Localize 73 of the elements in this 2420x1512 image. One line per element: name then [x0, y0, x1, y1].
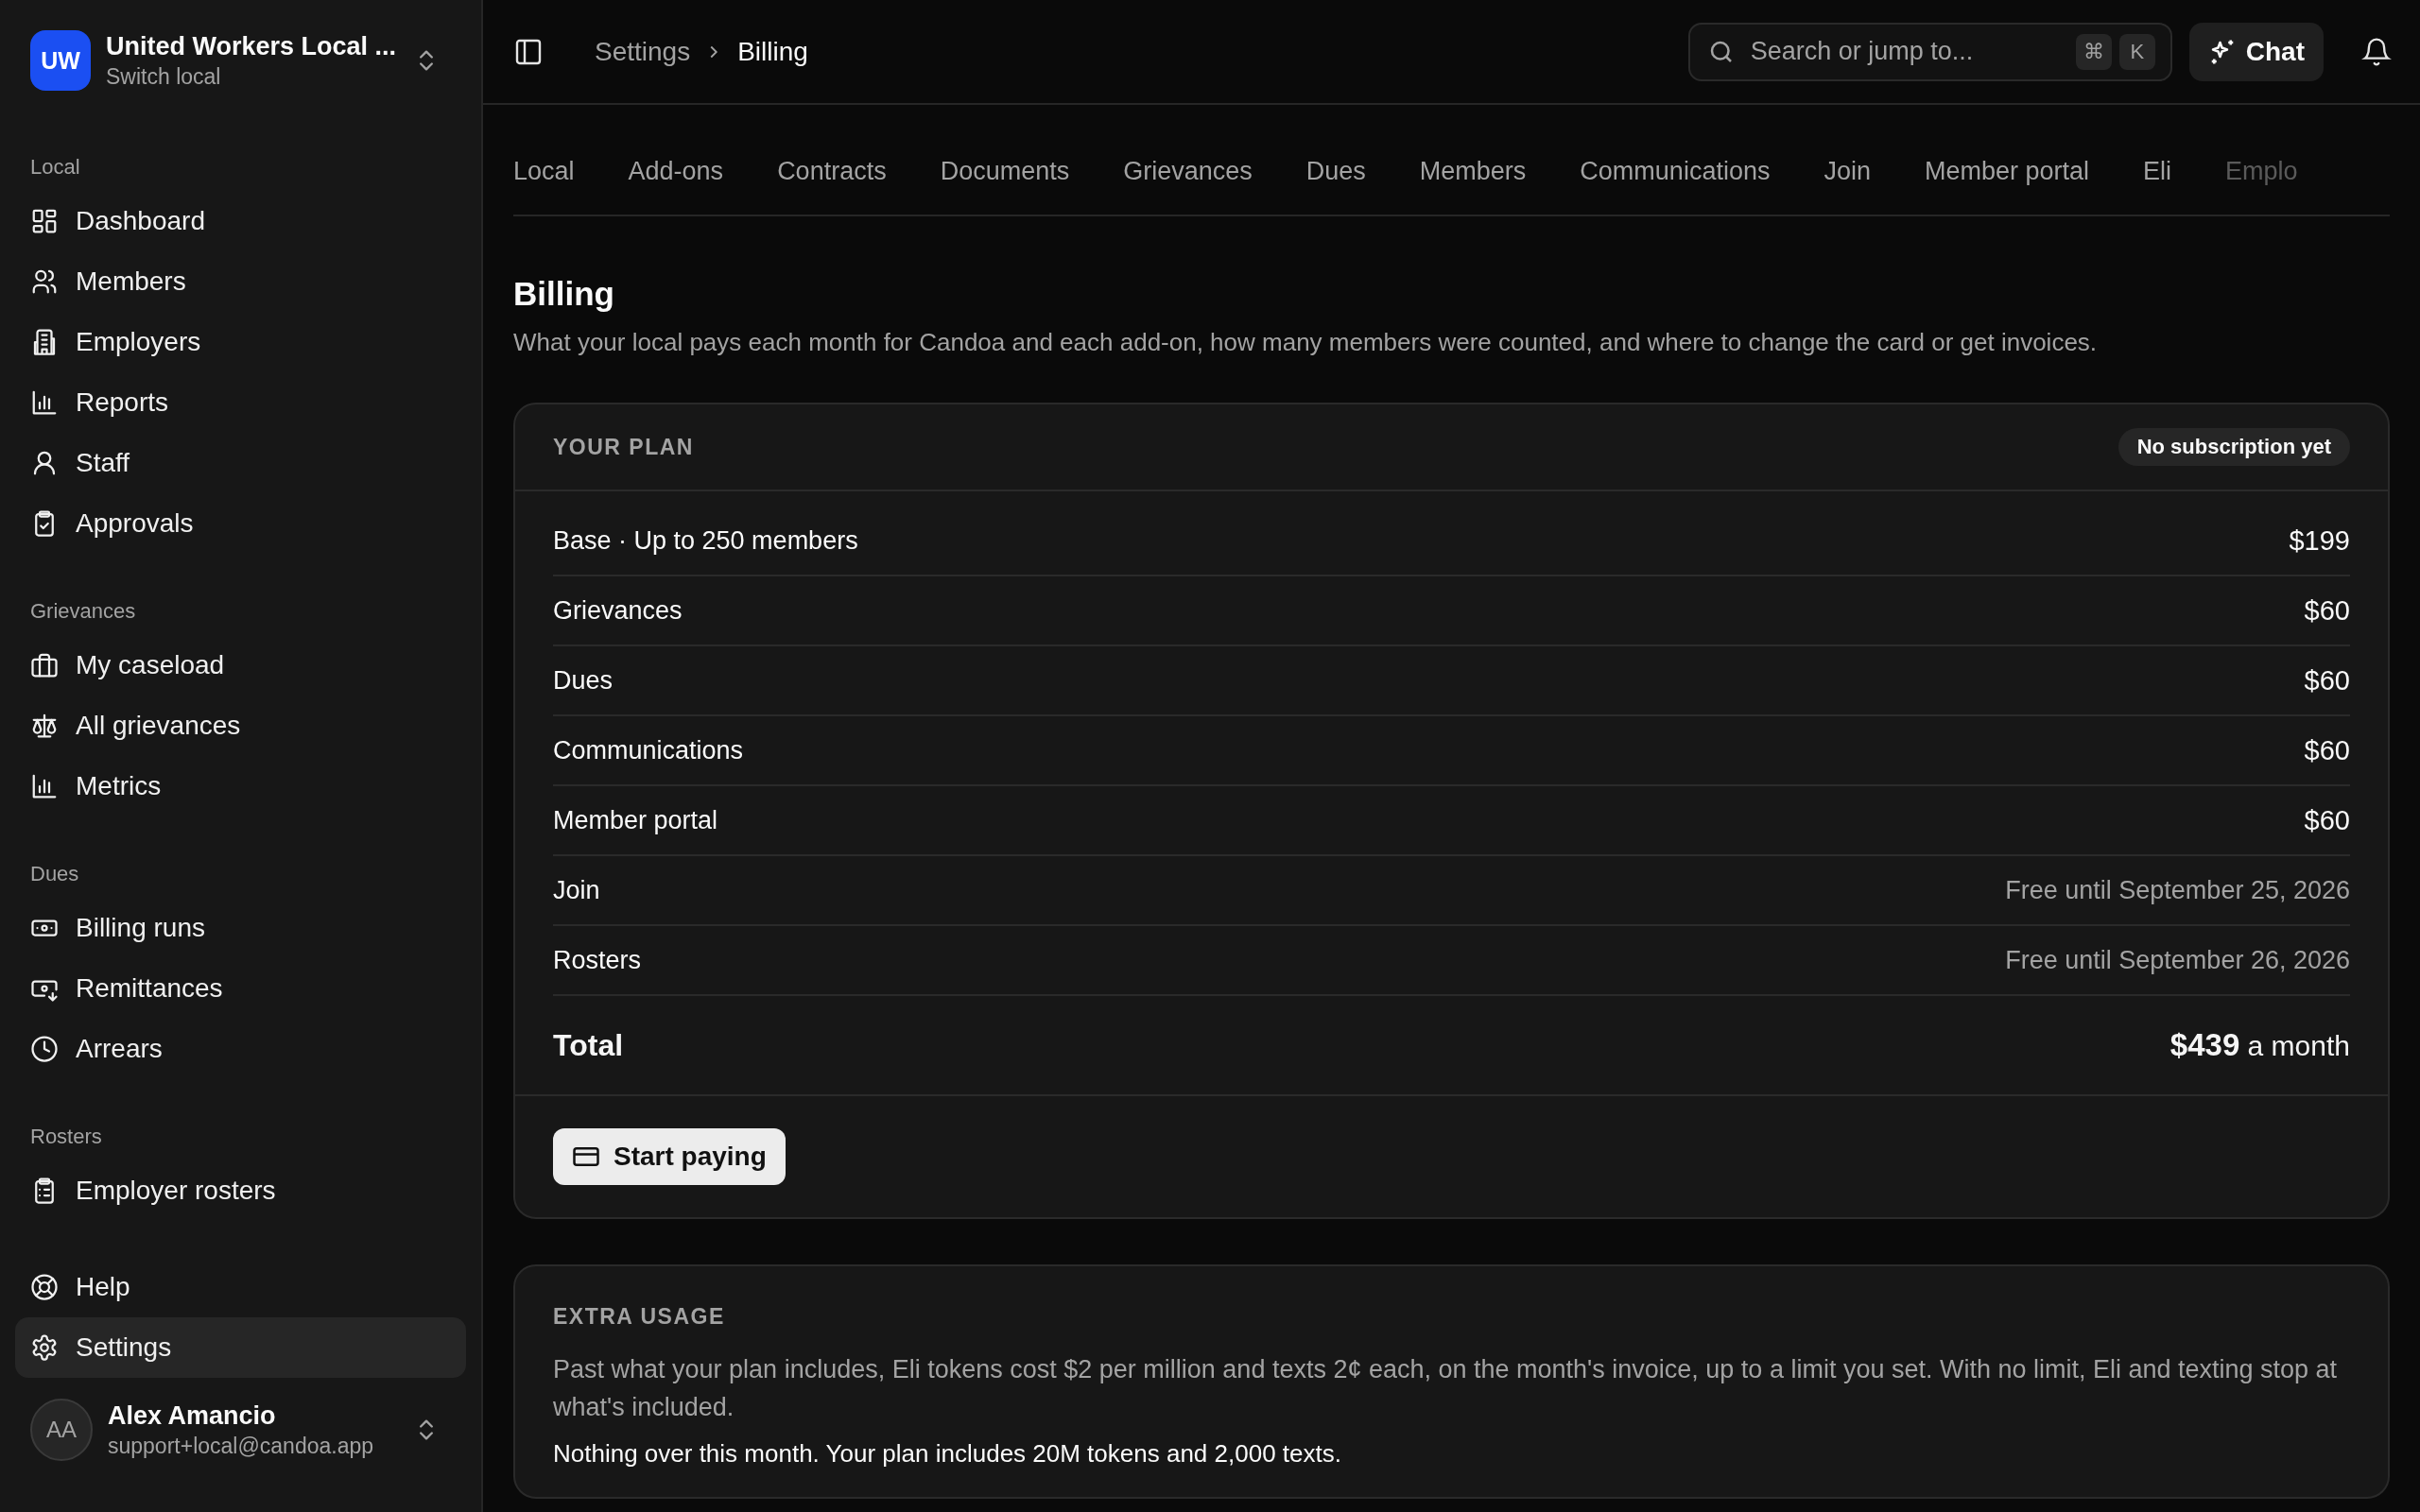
settings-icon — [30, 1333, 59, 1362]
total-price: $439 a month — [2169, 1027, 2350, 1063]
settings-tab[interactable]: Documents — [940, 157, 1070, 186]
org-avatar: UW — [30, 30, 91, 91]
settings-tab[interactable]: Join — [1824, 157, 1871, 186]
extra-usage-description: Past what your plan includes, Eli tokens cost $2 per million and texts 2¢ each, on the month's invoice, up to a limit you set. With no limit, Eli and texting stop at what's included. — [553, 1354, 2339, 1423]
nav-item[interactable]: Settings — [15, 1317, 466, 1378]
plan-item-label: Communications — [553, 735, 744, 765]
plan-item-price: $60 — [2304, 664, 2350, 696]
settings-tab[interactable]: Add-ons — [628, 157, 724, 186]
settings-tab[interactable]: Eli — [2143, 157, 2172, 186]
scale-icon — [30, 712, 59, 740]
card-heading: YOUR PLAN — [553, 434, 694, 460]
plan-item-label: Dues — [553, 665, 614, 696]
section-label: Dues — [29, 861, 80, 887]
nav-item[interactable]: Help — [15, 1257, 466, 1317]
nav-item[interactable]: My caseload — [15, 635, 466, 696]
status-badge: No subscription yet — [2118, 428, 2350, 466]
lifebuoy-icon — [30, 1273, 59, 1301]
nav-item[interactable]: Approvals — [15, 493, 466, 554]
total-label: Total — [553, 1027, 624, 1063]
nav-item[interactable]: Reports — [15, 372, 466, 433]
settings-tab[interactable]: Members — [1419, 157, 1527, 186]
page-description: What your local pays each month for Candoa and each add-on, how many members were counted, and where to change the card or get invoices. — [513, 328, 2099, 357]
user-avatar: AA — [30, 1399, 93, 1461]
nav-item[interactable]: Billing runs — [15, 898, 466, 958]
notification-bell-icon[interactable] — [2361, 36, 2392, 67]
bar-chart-icon — [30, 772, 59, 800]
start-paying-button[interactable]: Start paying — [553, 1128, 786, 1185]
org-name[interactable]: United Workers Local ... — [106, 31, 398, 61]
nav-item[interactable]: Staff — [15, 433, 466, 493]
nav-item[interactable]: Members — [15, 251, 466, 312]
user-name: Alex Amancio — [108, 1400, 277, 1431]
section-label: Grievances — [29, 598, 137, 625]
nav-item[interactable]: Remittances — [15, 958, 466, 1019]
users-icon — [30, 267, 59, 296]
nav-item[interactable]: Metrics — [15, 756, 466, 816]
breadcrumb-item[interactable]: Settings — [595, 36, 691, 67]
card-heading: EXTRA USAGE — [553, 1304, 726, 1330]
bar-chart-icon — [30, 388, 59, 417]
breadcrumb-item: Billing — [737, 36, 808, 67]
usage-status: Nothing over this month. Your plan includes 20M tokens and 2,000 texts. — [553, 1439, 1342, 1469]
nav-item[interactable]: All grievances — [15, 696, 466, 756]
nav-item[interactable]: Arrears — [15, 1019, 466, 1079]
plan-item-label: Grievances — [553, 595, 683, 626]
plan-item-price: Free until September 26, 2026 — [2005, 945, 2350, 975]
nav-item[interactable]: Employer rosters — [15, 1160, 466, 1221]
clock-icon — [30, 1035, 59, 1063]
briefcase-icon — [30, 651, 59, 679]
plan-item-price: $60 — [2304, 804, 2350, 836]
plan-item-label: Base · Up to 250 members — [553, 525, 858, 556]
plan-item-price: $60 — [2304, 734, 2350, 766]
settings-tab[interactable]: Local — [513, 157, 575, 186]
settings-tab[interactable]: Contracts — [777, 157, 887, 186]
org-subtitle: Switch local — [106, 63, 222, 90]
section-label: Local — [29, 154, 81, 180]
plan-item-label: Join — [553, 875, 600, 905]
plan-item-price: $60 — [2304, 594, 2350, 627]
settings-tab[interactable]: Member portal — [1924, 157, 2090, 186]
plan-item-label: Rosters — [553, 945, 642, 975]
settings-tab[interactable]: Communications — [1580, 157, 1771, 186]
chat-button[interactable]: Chat — [2188, 22, 2324, 81]
user-email: support+local@candoa.app — [108, 1433, 375, 1459]
settings-tab[interactable]: Dues — [1305, 157, 1366, 186]
plan-item-label: Member portal — [553, 805, 718, 835]
page-title: Billing — [513, 275, 615, 313]
dashboard-icon — [30, 207, 59, 235]
nav-item[interactable]: Employers — [15, 312, 466, 372]
settings-tab[interactable]: Grievances — [1123, 157, 1253, 186]
section-label: Rosters — [29, 1124, 103, 1150]
nav-item[interactable]: Dashboard — [15, 191, 466, 251]
plan-item-price: $199 — [2289, 524, 2350, 557]
plan-item-price: Free until September 25, 2026 — [2005, 875, 2350, 905]
